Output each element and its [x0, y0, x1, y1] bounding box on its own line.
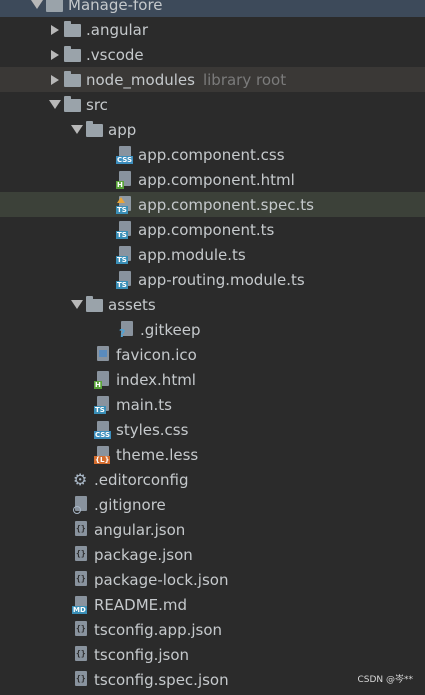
- tree-item-label: theme.less: [116, 445, 199, 464]
- tree-item-theme-less[interactable]: {L} theme.less: [0, 442, 425, 467]
- tree-item-label: app.component.html: [138, 170, 295, 189]
- css-file-icon: CSS: [94, 420, 112, 439]
- watermark: CSDN @岑**: [357, 675, 413, 685]
- tree-item-label: package-lock.json: [94, 570, 229, 589]
- tree-item-vscode[interactable]: .vscode: [0, 42, 425, 67]
- tree-item-label: assets: [108, 295, 156, 314]
- tree-item-app[interactable]: app: [0, 117, 425, 142]
- tree-item-label: .vscode: [86, 45, 144, 64]
- tree-item-label: README.md: [94, 595, 188, 614]
- tree-item-label: node_modules: [86, 70, 195, 89]
- less-file-icon: {L}: [94, 445, 112, 464]
- tree-item-label: app: [108, 120, 137, 139]
- tree-item-src[interactable]: src: [0, 92, 425, 117]
- typescript-file-icon: TS: [116, 245, 134, 264]
- tree-item-label: app.component.spec.ts: [138, 195, 314, 214]
- tree-item-gitignore[interactable]: .gitignore: [0, 492, 425, 517]
- tree-item-root[interactable]: Manage-fore: [0, 0, 425, 17]
- json-file-icon: {}: [72, 645, 90, 664]
- tree-item-gitkeep[interactable]: ? .gitkeep: [0, 317, 425, 342]
- tree-item-tsconfig-json[interactable]: {} tsconfig.json: [0, 642, 425, 667]
- tree-item-label: index.html: [116, 370, 196, 389]
- tree-item-label: tsconfig.app.json: [94, 620, 223, 639]
- folder-icon: [64, 20, 82, 39]
- json-file-icon: {}: [72, 670, 90, 689]
- folder-icon: [64, 70, 82, 89]
- project-tree: Manage-fore .angular .vscode node_module…: [0, 0, 425, 695]
- tree-item-main-ts[interactable]: TS main.ts: [0, 392, 425, 417]
- tree-item-styles-css[interactable]: CSS styles.css: [0, 417, 425, 442]
- library-root-hint: library root: [202, 70, 287, 89]
- tree-item-assets[interactable]: assets: [0, 292, 425, 317]
- gear-icon: ⚙: [73, 469, 88, 489]
- expand-arrow-icon[interactable]: [46, 92, 64, 117]
- html-file-icon: H: [94, 370, 112, 389]
- image-file-icon: [94, 345, 112, 364]
- tree-item-favicon[interactable]: favicon.ico: [0, 342, 425, 367]
- folder-icon: [64, 95, 82, 114]
- collapsed-arrow-icon[interactable]: [46, 17, 64, 42]
- tree-item-editorconfig[interactable]: ⚙ .editorconfig: [0, 467, 425, 492]
- tree-item-index-html[interactable]: H index.html: [0, 367, 425, 392]
- tree-item-tsconfig-app-json[interactable]: {} tsconfig.app.json: [0, 617, 425, 642]
- tree-item-label: app.component.ts: [138, 220, 275, 239]
- tree-item-label: styles.css: [116, 420, 189, 439]
- unknown-file-icon: ?: [118, 320, 136, 340]
- css-file-icon: CSS: [116, 145, 134, 164]
- tree-item-app-module-ts[interactable]: TS app.module.ts: [0, 242, 425, 267]
- tree-item-node-modules[interactable]: node_modules library root: [0, 67, 425, 92]
- expand-arrow-icon[interactable]: [68, 117, 86, 142]
- tree-item-label: src: [86, 95, 108, 114]
- tree-item-label: .angular: [86, 20, 149, 39]
- tree-item-package-json[interactable]: {} package.json: [0, 542, 425, 567]
- tree-item-label: angular.json: [94, 520, 186, 539]
- tree-item-label: tsconfig.json: [94, 645, 190, 664]
- typescript-file-icon: TS: [116, 270, 134, 289]
- tree-item-label: favicon.ico: [116, 345, 197, 364]
- html-file-icon: H: [116, 170, 134, 189]
- tree-item-readme[interactable]: MD README.md: [0, 592, 425, 617]
- tree-item-label: app.component.css: [138, 145, 285, 164]
- ignore-file-icon: [72, 495, 90, 514]
- expand-arrow-icon[interactable]: [68, 292, 86, 317]
- collapsed-arrow-icon[interactable]: [46, 67, 64, 92]
- json-file-icon: {}: [72, 545, 90, 564]
- json-file-icon: {}: [72, 620, 90, 639]
- folder-icon: [86, 120, 104, 139]
- json-file-icon: {}: [72, 520, 90, 539]
- tree-item-label: .gitignore: [94, 495, 166, 514]
- tree-item-label: .gitkeep: [140, 320, 201, 339]
- tree-item-app-component-ts[interactable]: TS app.component.ts: [0, 217, 425, 242]
- tree-item-label: main.ts: [116, 395, 172, 414]
- folder-icon: [46, 0, 64, 14]
- tree-item-label: app-routing.module.ts: [138, 270, 305, 289]
- tree-item-label: package.json: [94, 545, 193, 564]
- tree-item-app-component-css[interactable]: CSS app.component.css: [0, 142, 425, 167]
- tree-item-label: Manage-fore: [68, 0, 163, 14]
- tree-item-label: app.module.ts: [138, 245, 246, 264]
- tree-item-package-lock-json[interactable]: {} package-lock.json: [0, 567, 425, 592]
- tree-item-app-component-html[interactable]: H app.component.html: [0, 167, 425, 192]
- folder-icon: [64, 45, 82, 64]
- typescript-test-file-icon: TS: [116, 195, 134, 214]
- json-file-icon: {}: [72, 570, 90, 589]
- collapsed-arrow-icon[interactable]: [46, 42, 64, 67]
- expand-arrow-icon[interactable]: [28, 0, 46, 17]
- typescript-file-icon: TS: [94, 395, 112, 414]
- tree-item-label: tsconfig.spec.json: [94, 670, 229, 689]
- tree-item-label: .editorconfig: [94, 470, 189, 489]
- tree-item-app-routing-module-ts[interactable]: TS app-routing.module.ts: [0, 267, 425, 292]
- typescript-file-icon: TS: [116, 220, 134, 239]
- tree-item-angular-json[interactable]: {} angular.json: [0, 517, 425, 542]
- markdown-file-icon: MD: [72, 595, 90, 614]
- folder-icon: [86, 295, 104, 314]
- tree-item-app-component-spec-ts[interactable]: TS app.component.spec.ts: [0, 192, 425, 217]
- tree-item-angular[interactable]: .angular: [0, 17, 425, 42]
